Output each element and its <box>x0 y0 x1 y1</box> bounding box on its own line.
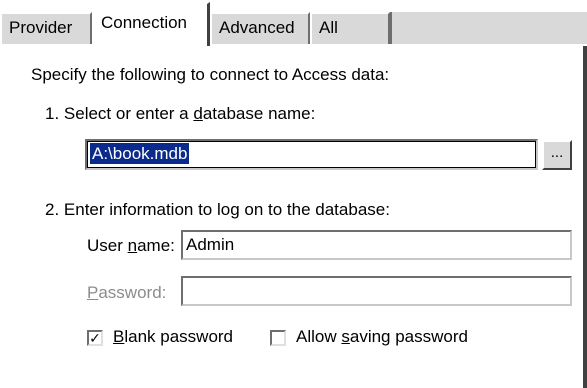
blank-password-label[interactable]: Blank password <box>113 327 233 347</box>
tab-strip-fill <box>390 12 587 44</box>
username-label-prefix: User <box>87 236 128 255</box>
database-name-input[interactable]: A:\book.mdb <box>85 139 538 170</box>
tab-all-label: All <box>319 18 338 37</box>
intro-text: Specify the following to connect to Acce… <box>31 65 390 84</box>
step2-label: 2. Enter information to log on to the da… <box>45 200 390 219</box>
username-value: Admin <box>186 235 235 254</box>
panel-right-border <box>583 44 587 388</box>
allow-saving-password-checkbox[interactable] <box>270 330 286 346</box>
step1-label-mnemonic: d <box>193 104 203 123</box>
database-name-value: A:\book.mdb <box>90 143 190 164</box>
tab-connection-label: Connection <box>101 13 188 32</box>
allow-saving-prefix: Allow <box>296 327 342 346</box>
tab-connection[interactable]: Connection <box>92 2 210 46</box>
username-label-suffix: ame: <box>137 236 175 255</box>
password-label-mnemonic: P <box>87 283 99 302</box>
tab-all[interactable]: All <box>310 12 390 44</box>
tab-strip: Provider Connection Advanced All <box>0 0 587 46</box>
browse-button-label: ... <box>550 144 564 161</box>
step1-label: 1. Select or enter a database name: <box>45 104 315 124</box>
panel-left-border <box>0 44 2 388</box>
username-input[interactable]: Admin <box>181 230 572 260</box>
blank-password-suffix: lank password <box>124 327 234 346</box>
step1-label-suffix: atabase name: <box>202 104 316 123</box>
blank-password-checkbox[interactable]: ✓ <box>87 330 103 346</box>
browse-button[interactable]: ... <box>542 140 572 170</box>
blank-password-mnemonic: B <box>113 327 125 346</box>
tab-strip-divider <box>0 44 587 46</box>
allow-saving-mnemonic: s <box>341 327 350 346</box>
username-label: User name: <box>87 236 175 256</box>
tab-provider-label: Provider <box>9 18 73 37</box>
check-icon: ✓ <box>89 330 101 346</box>
allow-saving-suffix: aving password <box>349 327 468 346</box>
tab-advanced[interactable]: Advanced <box>210 12 310 44</box>
password-label: Password: <box>87 283 166 303</box>
password-label-suffix: assword: <box>98 283 167 302</box>
tab-advanced-label: Advanced <box>219 18 295 37</box>
allow-saving-password-label[interactable]: Allow saving password <box>296 327 468 347</box>
step1-label-prefix: 1. Select or enter a <box>45 104 194 123</box>
username-label-mnemonic: n <box>127 236 138 255</box>
tab-provider[interactable]: Provider <box>0 12 92 44</box>
password-input <box>181 276 572 306</box>
